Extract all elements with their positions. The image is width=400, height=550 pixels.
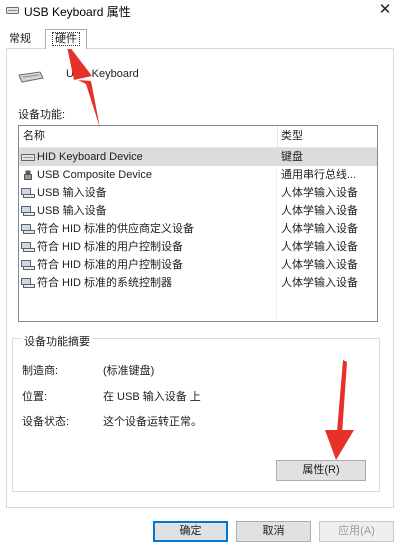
usb-icon bbox=[24, 170, 32, 180]
item-type: 键盘 bbox=[281, 151, 303, 163]
hid-device-icon bbox=[21, 242, 35, 252]
item-type: 人体学输入设备 bbox=[281, 187, 358, 199]
keyboard-icon bbox=[6, 7, 19, 14]
item-type: 人体学输入设备 bbox=[281, 277, 358, 289]
device-status-label: 设备状态: bbox=[22, 416, 70, 428]
summary-title: 设备功能摘要 bbox=[22, 333, 92, 349]
list-item[interactable]: 符合 HID 标准的用户控制设备 人体学输入设备 bbox=[19, 256, 377, 274]
hid-device-icon bbox=[21, 278, 35, 288]
location-label: 位置: bbox=[22, 391, 48, 403]
item-name: 符合 HID 标准的用户控制设备 bbox=[37, 259, 184, 271]
keyboard-icon bbox=[21, 154, 35, 161]
manufacturer-value: (标准键盘) bbox=[103, 365, 155, 377]
item-type: 人体学输入设备 bbox=[281, 223, 358, 235]
item-type: 通用串行总线... bbox=[281, 169, 357, 181]
cancel-button[interactable]: 取消 bbox=[236, 521, 311, 542]
device-name: USB Keyboard bbox=[66, 68, 139, 80]
location-value: 在 USB 输入设备 上 bbox=[103, 391, 201, 403]
tab-hardware[interactable]: 硬件 bbox=[45, 29, 87, 49]
item-type: 人体学输入设备 bbox=[281, 259, 358, 271]
list-item[interactable]: USB 输入设备 人体学输入设备 bbox=[19, 202, 377, 220]
item-name: USB 输入设备 bbox=[37, 187, 107, 199]
tab-strip: 常规 硬件 bbox=[0, 28, 400, 49]
list-item[interactable]: USB Composite Device 通用串行总线... bbox=[19, 166, 377, 184]
list-item[interactable]: USB 输入设备 人体学输入设备 bbox=[19, 184, 377, 202]
close-button[interactable]: ✕ bbox=[370, 0, 400, 22]
item-type: 人体学输入设备 bbox=[281, 205, 358, 217]
item-name: USB 输入设备 bbox=[37, 205, 107, 217]
manufacturer-label: 制造商: bbox=[22, 365, 59, 377]
item-name: USB Composite Device bbox=[37, 169, 152, 181]
hid-device-icon bbox=[21, 260, 35, 270]
ok-button[interactable]: 确定 bbox=[153, 521, 228, 542]
hid-device-icon bbox=[21, 188, 35, 198]
apply-button[interactable]: 应用(A) bbox=[319, 521, 394, 542]
list-header: 名称 类型 bbox=[19, 126, 377, 148]
close-icon: ✕ bbox=[378, 1, 392, 18]
device-functions-label: 设备功能: bbox=[18, 109, 66, 121]
keyboard-icon bbox=[18, 71, 44, 83]
device-functions-list[interactable]: 名称 类型 HID Keyboard Device 键盘 USB Composi… bbox=[18, 125, 378, 322]
list-item[interactable]: 符合 HID 标准的用户控制设备 人体学输入设备 bbox=[19, 238, 377, 256]
tab-general[interactable]: 常规 bbox=[5, 31, 35, 48]
column-header-name[interactable]: 名称 bbox=[19, 126, 278, 147]
list-item[interactable]: HID Keyboard Device 键盘 bbox=[19, 148, 377, 166]
hid-device-icon bbox=[21, 206, 35, 216]
column-header-type[interactable]: 类型 bbox=[277, 126, 377, 147]
device-status-value: 这个设备运转正常。 bbox=[103, 416, 202, 428]
item-name: 符合 HID 标准的系统控制器 bbox=[37, 277, 173, 289]
hid-device-icon bbox=[21, 224, 35, 234]
title-bar: USB Keyboard 属性 ✕ bbox=[0, 0, 400, 24]
properties-button[interactable]: 属性(R) bbox=[276, 460, 366, 481]
tab-hardware-label: 硬件 bbox=[52, 32, 80, 46]
item-name: HID Keyboard Device bbox=[37, 151, 143, 163]
item-type: 人体学输入设备 bbox=[281, 241, 358, 253]
list-item[interactable]: 符合 HID 标准的系统控制器 人体学输入设备 bbox=[19, 274, 377, 292]
item-name: 符合 HID 标准的用户控制设备 bbox=[37, 241, 184, 253]
list-item[interactable]: 符合 HID 标准的供应商定义设备 人体学输入设备 bbox=[19, 220, 377, 238]
item-name: 符合 HID 标准的供应商定义设备 bbox=[37, 223, 195, 235]
window-title: USB Keyboard 属性 bbox=[24, 5, 131, 19]
